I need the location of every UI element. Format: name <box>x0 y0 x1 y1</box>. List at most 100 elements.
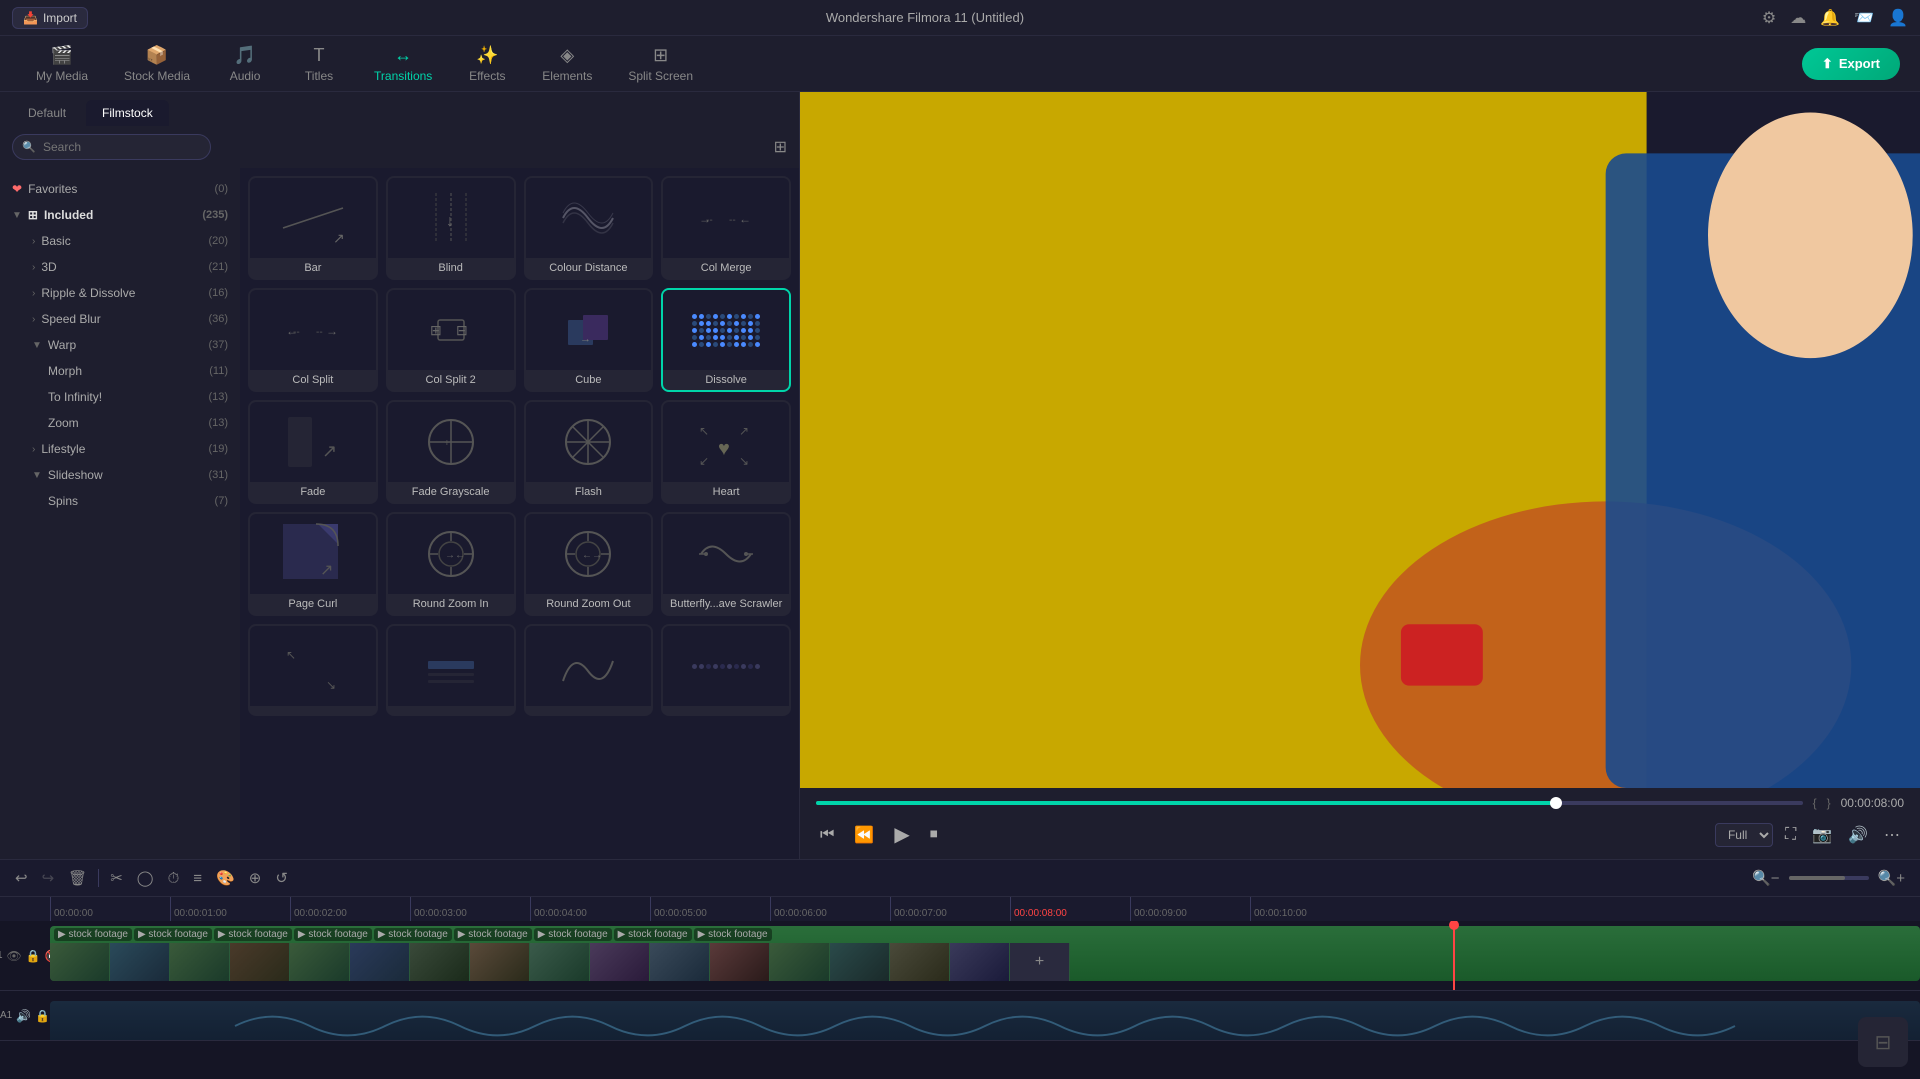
more-button[interactable]: ⋯ <box>1880 821 1904 849</box>
panel-tabs: Default Filmstock <box>0 92 799 126</box>
tab-transitions[interactable]: ↔ Transitions <box>358 39 448 89</box>
transition-heart[interactable]: ↖ ↗ ♥ ↙ ↘ Heart <box>661 400 791 504</box>
transition-dissolve[interactable]: Dissolve <box>661 288 791 392</box>
clip-thumbs: + <box>50 943 1920 981</box>
settings-icon[interactable]: ⚙ <box>1762 8 1776 28</box>
transition-flash[interactable]: Flash <box>524 400 654 504</box>
sidebar-item-favorites[interactable]: ❤ Favorites (0) <box>0 176 240 202</box>
video-background <box>800 92 1920 788</box>
lock-icon[interactable]: 🔒 <box>26 949 41 963</box>
tab-my-media[interactable]: 🎬 My Media <box>20 39 104 89</box>
transition-extra-4[interactable] <box>661 624 791 716</box>
import-button[interactable]: 📥 Import <box>12 7 88 29</box>
cut-button[interactable]: ✂ <box>107 866 126 890</box>
sidebar-item-lifestyle[interactable]: › Lifestyle (19) <box>0 436 240 462</box>
thumb-4 <box>230 943 290 981</box>
tab-stock-media[interactable]: 📦 Stock Media <box>108 39 206 89</box>
audio-mix-button[interactable]: ⊕ <box>246 866 265 890</box>
message-icon[interactable]: 📨 <box>1854 8 1874 28</box>
reverse-button[interactable]: ↺ <box>272 866 291 890</box>
export-button[interactable]: ⬆ Export <box>1802 48 1900 80</box>
volume-button[interactable]: 🔊 <box>1844 821 1872 849</box>
transition-col-merge[interactable]: → -- -- ← Col Merge <box>661 176 791 280</box>
top-bar-left: 📥 Import <box>12 7 88 29</box>
step-back-button[interactable]: ⏪ <box>850 821 878 849</box>
tab-titles[interactable]: T Titles <box>284 39 354 89</box>
delete-button[interactable]: 🗑 <box>65 866 90 890</box>
play-button[interactable]: ▶ <box>890 818 913 851</box>
transition-round-zoom-out[interactable]: ←→ Round Zoom Out <box>524 512 654 616</box>
zoom-slider[interactable] <box>1789 876 1869 880</box>
transition-extra-2[interactable] <box>386 624 516 716</box>
sidebar-item-ripple[interactable]: › Ripple & Dissolve (16) <box>0 280 240 306</box>
snapshot-button[interactable]: 📷 <box>1808 821 1836 849</box>
transition-fade-grayscale[interactable]: + Fade Grayscale <box>386 400 516 504</box>
stock-media-icon: 📦 <box>146 45 168 66</box>
speed-button[interactable]: ⏱ <box>165 867 183 890</box>
screen-mode-button[interactable]: ⛶ <box>1781 822 1800 848</box>
clip-button[interactable]: ◯ <box>134 866 157 890</box>
chevron-right-icon-lifestyle: › <box>32 444 35 455</box>
notification-icon[interactable]: 🔔 <box>1820 8 1840 28</box>
redo-button[interactable]: ↪ <box>39 866 58 890</box>
playhead[interactable] <box>1453 921 1455 990</box>
sidebar-item-spins[interactable]: Spins (7) <box>0 488 240 514</box>
transition-col-split-2[interactable]: ⊞ ⊟ Col Split 2 <box>386 288 516 392</box>
zoom-out-button[interactable]: 🔍− <box>1749 866 1782 890</box>
audio-clip[interactable] <box>50 1001 1920 1040</box>
undo-button[interactable]: ↩ <box>12 866 31 890</box>
eye-icon[interactable]: 👁 <box>7 949 22 963</box>
thumb-10 <box>590 943 650 981</box>
transition-fade-grayscale-label: Fade Grayscale <box>388 482 514 502</box>
grid-view-icon[interactable]: ⊞ <box>774 137 787 157</box>
audio-speaker-icon[interactable]: 🔊 <box>16 1009 31 1023</box>
transition-butterfly[interactable]: Butterfly...ave Scrawler <box>661 512 791 616</box>
audio-lock-icon[interactable]: 🔒 <box>35 1009 50 1023</box>
thumb-9 <box>530 943 590 981</box>
search-wrap <box>12 134 766 160</box>
search-input[interactable] <box>12 134 211 160</box>
transition-fade[interactable]: ↗ Fade <box>248 400 378 504</box>
transition-col-split[interactable]: ← -- -- → Col Split <box>248 288 378 392</box>
color-button[interactable]: 🎨 <box>213 866 238 890</box>
panel-tab-filmstock[interactable]: Filmstock <box>86 100 169 126</box>
sidebar-item-3d[interactable]: › 3D (21) <box>0 254 240 280</box>
panel-tab-default[interactable]: Default <box>12 100 82 126</box>
zoom-in-button[interactable]: 🔍+ <box>1875 866 1908 890</box>
progress-bar[interactable] <box>816 801 1803 805</box>
quality-select[interactable]: Full 1/2 1/4 <box>1715 823 1773 847</box>
transition-colour-distance[interactable]: Colour Distance <box>524 176 654 280</box>
clip-label-2: ▶ stock footage <box>134 928 212 941</box>
tab-elements[interactable]: ◈ Elements <box>526 39 608 89</box>
transition-blind[interactable]: ↓ Blind <box>386 176 516 280</box>
sidebar-item-included[interactable]: ▼ ⊞ Included (235) <box>0 202 240 228</box>
tab-split-screen[interactable]: ⊞ Split Screen <box>612 39 709 89</box>
sidebar-item-warp[interactable]: ▼ Warp (37) <box>0 332 240 358</box>
panel-body: ❤ Favorites (0) ▼ ⊞ Included (235) › Bas… <box>0 168 799 859</box>
stop-button[interactable]: ⏹ <box>926 822 942 848</box>
thumb-7 <box>410 943 470 981</box>
sidebar-item-basic[interactable]: › Basic (20) <box>0 228 240 254</box>
account-icon[interactable]: 👤 <box>1888 8 1908 28</box>
clip-label-1: ▶ stock footage <box>54 928 132 941</box>
transition-extra-1[interactable]: ↖ ↘ <box>248 624 378 716</box>
sidebar-item-speed-blur[interactable]: › Speed Blur (36) <box>0 306 240 332</box>
tab-split-screen-label: Split Screen <box>628 69 693 83</box>
adjust-button[interactable]: ≡ <box>190 867 205 890</box>
video-clip[interactable]: ▶ stock footage ▶ stock footage ▶ stock … <box>50 926 1920 981</box>
thumb-3 <box>170 943 230 981</box>
sidebar-item-morph[interactable]: Morph (11) <box>0 358 240 384</box>
clip-label-5: ▶ stock footage <box>374 928 452 941</box>
tab-effects[interactable]: ✨ Effects <box>452 39 522 89</box>
sidebar-item-to-infinity[interactable]: To Infinity! (13) <box>0 384 240 410</box>
tab-audio[interactable]: 🎵 Audio <box>210 39 280 89</box>
transition-round-zoom-in[interactable]: →← Round Zoom In <box>386 512 516 616</box>
transition-extra-3[interactable] <box>524 624 654 716</box>
skip-back-button[interactable]: ⏮ <box>816 822 838 848</box>
transition-cube[interactable]: → Cube <box>524 288 654 392</box>
sidebar-item-slideshow[interactable]: ▼ Slideshow (31) <box>0 462 240 488</box>
transition-bar[interactable]: ↗ Bar <box>248 176 378 280</box>
sidebar-item-zoom[interactable]: Zoom (13) <box>0 410 240 436</box>
transition-page-curl[interactable]: ↗ Page Curl <box>248 512 378 616</box>
cloud-icon[interactable]: ☁ <box>1790 8 1806 28</box>
